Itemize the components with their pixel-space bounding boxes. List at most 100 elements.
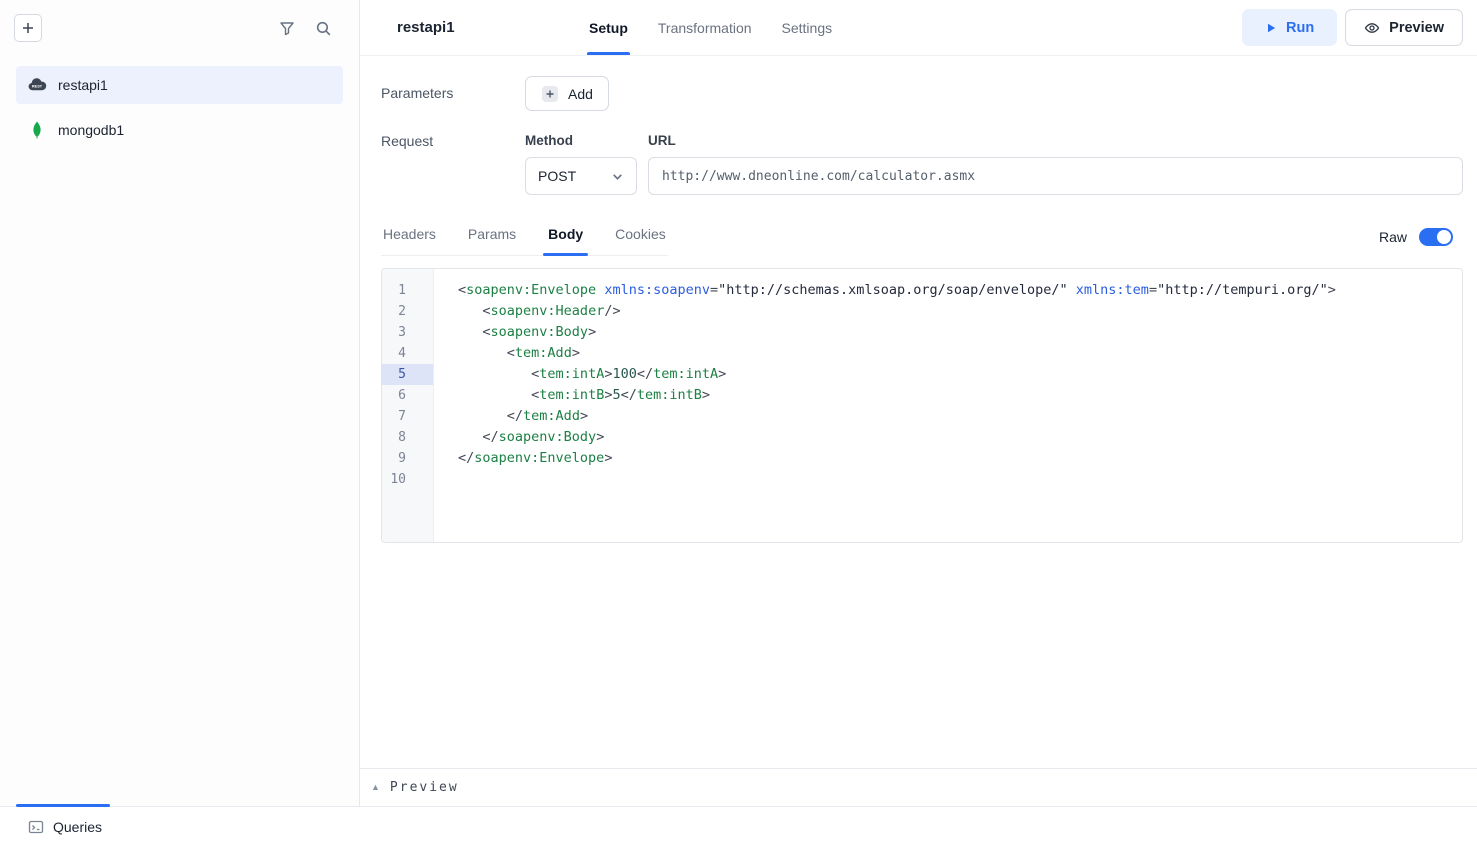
code-token-p: < bbox=[507, 345, 515, 361]
code-token-p: </ bbox=[458, 450, 474, 466]
line-number: 8 bbox=[382, 427, 433, 448]
code-token-pl bbox=[1068, 282, 1076, 298]
code-token-tag: soapenv:Envelope bbox=[466, 282, 596, 298]
bottom-bar: Queries bbox=[0, 806, 1477, 847]
code-line[interactable]: <tem:intA>100</tem:intA> bbox=[458, 364, 1462, 385]
editor-code[interactable]: <soapenv:Envelope xmlns:soapenv="http://… bbox=[434, 269, 1462, 542]
code-token-pl bbox=[458, 366, 531, 382]
code-line[interactable]: <tem:intB>5</tem:intB> bbox=[458, 385, 1462, 406]
code-line[interactable]: </soapenv:Envelope> bbox=[458, 448, 1462, 469]
preview-button[interactable]: Preview bbox=[1345, 9, 1463, 46]
code-token-txt: 5 bbox=[612, 387, 620, 403]
code-token-tag: tem:intA bbox=[653, 366, 718, 382]
line-number: 10 bbox=[382, 469, 433, 490]
setup-content: Parameters Add Request Method POST bbox=[360, 56, 1477, 768]
queries-tab[interactable]: Queries bbox=[28, 819, 102, 835]
code-token-txt: 100 bbox=[612, 366, 636, 382]
method-select[interactable]: POST bbox=[525, 157, 637, 195]
tab-cookies[interactable]: Cookies bbox=[613, 217, 668, 255]
queries-tab-label: Queries bbox=[53, 819, 102, 835]
add-parameter-button[interactable]: Add bbox=[525, 76, 609, 111]
sidebar-item-label: restapi1 bbox=[58, 77, 108, 93]
code-token-p: < bbox=[458, 282, 466, 298]
raw-toggle-group: Raw bbox=[1379, 228, 1453, 256]
raw-label: Raw bbox=[1379, 229, 1407, 245]
line-number: 4 bbox=[382, 343, 433, 364]
code-line[interactable]: </tem:Add> bbox=[458, 406, 1462, 427]
tab-transformation[interactable]: Transformation bbox=[656, 0, 754, 55]
search-button[interactable] bbox=[309, 14, 337, 42]
request-tabs: Headers Params Body Cookies bbox=[381, 217, 668, 256]
code-token-str: "http://tempuri.org/" bbox=[1157, 282, 1328, 298]
sidebar-item-restapi1[interactable]: REST restapi1 bbox=[16, 66, 343, 104]
code-token-attr: xmlns:tem bbox=[1076, 282, 1149, 298]
code-token-p: > bbox=[588, 324, 596, 340]
add-icon bbox=[541, 85, 559, 103]
search-icon bbox=[315, 20, 332, 37]
response-preview-label: Preview bbox=[390, 780, 459, 795]
add-entity-button[interactable] bbox=[14, 14, 42, 42]
code-token-tag: tem:intB bbox=[539, 387, 604, 403]
code-token-pl bbox=[458, 387, 531, 403]
response-preview-toggle[interactable]: ▲ Preview bbox=[360, 768, 1477, 806]
code-token-p: = bbox=[710, 282, 718, 298]
code-token-p: > bbox=[572, 345, 580, 361]
request-tabs-row: Headers Params Body Cookies Raw bbox=[381, 217, 1463, 256]
line-number: 3 bbox=[382, 322, 433, 343]
tab-settings[interactable]: Settings bbox=[780, 0, 835, 55]
method-value: POST bbox=[538, 168, 576, 184]
code-line[interactable]: <soapenv:Header/> bbox=[458, 301, 1462, 322]
code-token-p: </ bbox=[637, 366, 653, 382]
code-token-p: < bbox=[482, 324, 490, 340]
request-fields: Method POST URL bbox=[525, 133, 1463, 195]
code-line[interactable] bbox=[458, 469, 1462, 490]
line-number: 5 bbox=[382, 364, 433, 385]
sidebar-item-mongodb1[interactable]: mongodb1 bbox=[16, 111, 343, 149]
svg-text:REST: REST bbox=[32, 85, 43, 89]
request-label: Request bbox=[381, 133, 525, 195]
toggle-knob bbox=[1437, 230, 1451, 244]
tab-body[interactable]: Body bbox=[546, 217, 585, 255]
sidebar-item-label: mongodb1 bbox=[58, 122, 124, 138]
header-actions: Run Preview bbox=[1242, 9, 1463, 46]
code-token-tag: tem:intA bbox=[539, 366, 604, 382]
filter-icon bbox=[279, 20, 295, 36]
run-button[interactable]: Run bbox=[1242, 9, 1337, 46]
code-token-p: > bbox=[702, 387, 710, 403]
code-token-tag: tem:Add bbox=[523, 408, 580, 424]
tab-setup[interactable]: Setup bbox=[587, 0, 630, 55]
play-icon bbox=[1265, 22, 1277, 34]
parameters-label: Parameters bbox=[381, 76, 525, 111]
code-token-tag: soapenv:Body bbox=[499, 429, 597, 445]
code-line[interactable]: <soapenv:Envelope xmlns:soapenv="http://… bbox=[458, 280, 1462, 301]
code-token-p: /> bbox=[604, 303, 620, 319]
tab-headers[interactable]: Headers bbox=[381, 217, 438, 255]
main-header: restapi1 Setup Transformation Settings R… bbox=[360, 0, 1477, 56]
method-field: Method POST bbox=[525, 133, 637, 195]
tab-params[interactable]: Params bbox=[466, 217, 518, 255]
code-token-tag: soapenv:Header bbox=[491, 303, 605, 319]
run-button-label: Run bbox=[1286, 20, 1314, 36]
filter-button[interactable] bbox=[273, 14, 301, 42]
code-token-tag: soapenv:Envelope bbox=[474, 450, 604, 466]
query-title[interactable]: restapi1 bbox=[397, 19, 587, 36]
url-field: URL bbox=[648, 133, 1463, 195]
parameters-row: Parameters Add bbox=[381, 76, 1463, 111]
code-token-p: </ bbox=[482, 429, 498, 445]
code-line[interactable]: <soapenv:Body> bbox=[458, 322, 1462, 343]
code-token-p: > bbox=[718, 366, 726, 382]
code-token-p: > bbox=[1328, 282, 1336, 298]
code-line[interactable]: </soapenv:Body> bbox=[458, 427, 1462, 448]
raw-toggle[interactable] bbox=[1419, 228, 1453, 246]
main-panel: restapi1 Setup Transformation Settings R… bbox=[360, 0, 1477, 806]
sidebar: REST restapi1 mongodb1 bbox=[0, 0, 360, 806]
code-token-p: </ bbox=[507, 408, 523, 424]
active-tab-indicator bbox=[16, 804, 110, 807]
editor-gutter: 12345678910 bbox=[382, 269, 434, 542]
code-line[interactable]: <tem:Add> bbox=[458, 343, 1462, 364]
url-input[interactable] bbox=[648, 157, 1463, 195]
query-list: REST restapi1 mongodb1 bbox=[0, 56, 359, 166]
body-code-editor[interactable]: 12345678910 <soapenv:Envelope xmlns:soap… bbox=[381, 268, 1463, 543]
plus-icon bbox=[21, 21, 35, 35]
line-number: 6 bbox=[382, 385, 433, 406]
